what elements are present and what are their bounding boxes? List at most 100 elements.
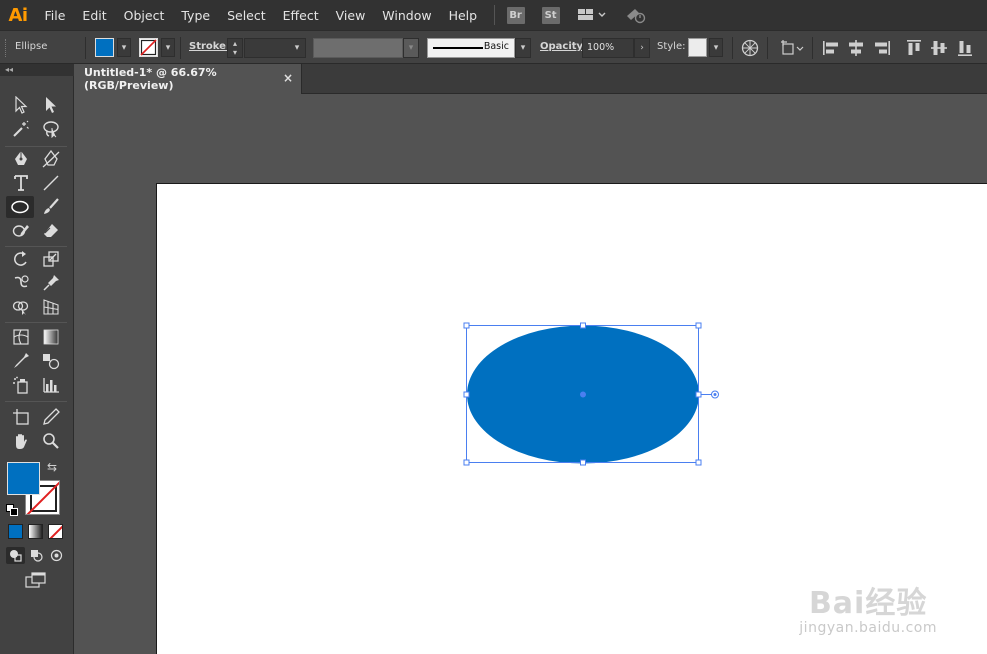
- style-label: Style:: [657, 41, 686, 52]
- puppet-warp-tool-icon[interactable]: [38, 272, 64, 294]
- curvature-tool-icon[interactable]: [38, 148, 64, 170]
- chevron-down-icon[interactable]: ▾: [289, 38, 305, 58]
- variable-width-profile[interactable]: [313, 38, 403, 58]
- no-stroke-icon: [140, 39, 157, 56]
- ellipse-tool-icon[interactable]: [6, 196, 34, 218]
- chevron-down-icon[interactable]: ▾: [403, 38, 419, 58]
- align-top-icon[interactable]: [905, 39, 923, 57]
- menu-help[interactable]: Help: [440, 8, 486, 23]
- eraser-tool-icon[interactable]: [38, 220, 64, 242]
- handle-bottom-right[interactable]: [695, 459, 702, 466]
- shape-builder-tool-icon[interactable]: [8, 296, 34, 318]
- watermark: Bai经验 jingyan.baidu.com: [799, 578, 937, 636]
- align-vertical-center-icon[interactable]: [930, 39, 948, 57]
- handle-top-center[interactable]: [580, 322, 586, 329]
- rotate-tool-icon[interactable]: [8, 248, 34, 270]
- shaper-tool-icon[interactable]: [8, 220, 34, 242]
- align-right-icon[interactable]: [873, 39, 891, 57]
- blend-tool-icon[interactable]: [38, 350, 64, 372]
- stroke-weight-input[interactable]: ▾: [244, 38, 306, 58]
- color-mode-button[interactable]: [8, 524, 23, 539]
- app-logo: Ai: [8, 4, 28, 26]
- fill-color-swatch[interactable]: [95, 38, 114, 57]
- menu-view[interactable]: View: [327, 8, 374, 23]
- chevron-down-icon[interactable]: ▾: [515, 38, 531, 58]
- menu-select[interactable]: Select: [219, 8, 275, 23]
- close-icon[interactable]: ×: [283, 71, 293, 85]
- divider: [5, 322, 67, 323]
- menu-type[interactable]: Type: [173, 8, 219, 23]
- type-tool-icon[interactable]: [8, 172, 34, 194]
- opacity-input[interactable]: 100%: [582, 38, 634, 58]
- graphic-style-swatch[interactable]: [688, 38, 707, 57]
- gradient-mode-button[interactable]: [28, 524, 43, 539]
- handle-top-left[interactable]: [463, 322, 470, 329]
- handle-middle-right[interactable]: [695, 391, 702, 398]
- scale-tool-icon[interactable]: [38, 248, 64, 270]
- document-tab[interactable]: Untitled-1* @ 66.67% (RGB/Preview) ×: [75, 64, 302, 94]
- magic-wand-tool-icon[interactable]: [8, 118, 34, 140]
- mesh-tool-icon[interactable]: [8, 326, 34, 348]
- chevron-right-icon[interactable]: ›: [634, 38, 650, 58]
- zoom-tool-icon[interactable]: [38, 430, 64, 452]
- opacity-label[interactable]: Opacity:: [540, 41, 587, 52]
- stroke-color-swatch[interactable]: [139, 38, 158, 57]
- handle-bottom-center[interactable]: [580, 459, 586, 466]
- fill-dropdown[interactable]: ▾: [117, 38, 131, 57]
- menu-edit[interactable]: Edit: [74, 8, 115, 23]
- menu-file[interactable]: File: [36, 8, 74, 23]
- column-graph-tool-icon[interactable]: [38, 374, 64, 396]
- direct-selection-tool-icon[interactable]: [38, 94, 64, 116]
- draw-inside-icon[interactable]: [47, 547, 66, 564]
- screen-mode-icon[interactable]: [24, 570, 48, 590]
- center-point: [580, 391, 586, 398]
- menu-object[interactable]: Object: [115, 8, 173, 23]
- warp-tool-icon[interactable]: [8, 272, 34, 294]
- stroke-label[interactable]: Stroke:: [189, 41, 230, 52]
- tools-panel-collapse[interactable]: ◂◂: [0, 64, 74, 76]
- control-bar: Ellipse ▾ ▾ Stroke: ▴ ▾ ▾ ▾ Basic ▾ Opaci…: [0, 30, 987, 64]
- gpu-performance-icon[interactable]: [625, 6, 647, 24]
- swap-fill-stroke-icon[interactable]: ⇆: [47, 460, 57, 474]
- perspective-grid-tool-icon[interactable]: [38, 296, 64, 318]
- symbol-sprayer-tool-icon[interactable]: [8, 374, 34, 396]
- line-segment-tool-icon[interactable]: [38, 172, 64, 194]
- handle-bottom-left[interactable]: [463, 459, 470, 466]
- align-to-icon[interactable]: [780, 39, 806, 57]
- stroke-weight-stepper[interactable]: ▴ ▾: [227, 38, 243, 58]
- panel-grip[interactable]: [5, 39, 7, 57]
- paintbrush-tool-icon[interactable]: [38, 196, 64, 218]
- menu-effect[interactable]: Effect: [274, 8, 327, 23]
- fill-swatch[interactable]: [7, 462, 40, 495]
- document-tab-strip: Untitled-1* @ 66.67% (RGB/Preview) ×: [75, 64, 987, 94]
- draw-behind-icon[interactable]: [27, 547, 46, 564]
- slice-tool-icon[interactable]: [38, 406, 64, 428]
- brush-definition[interactable]: Basic: [427, 38, 515, 58]
- align-horizontal-center-icon[interactable]: [847, 39, 865, 57]
- bridge-icon[interactable]: Br: [506, 6, 525, 24]
- hand-tool-icon[interactable]: [8, 430, 34, 452]
- gradient-tool-icon[interactable]: [38, 326, 64, 348]
- align-bottom-icon[interactable]: [956, 39, 974, 57]
- eyedropper-tool-icon[interactable]: [8, 350, 34, 372]
- artboard-tool-icon[interactable]: [8, 406, 34, 428]
- workspace-switcher-icon[interactable]: [577, 6, 607, 24]
- handle-top-right[interactable]: [695, 322, 702, 329]
- recolor-artwork-icon[interactable]: [741, 39, 759, 57]
- pen-tool-icon[interactable]: [8, 148, 34, 170]
- menu-items: File Edit Object Type Select Effect View Window…: [36, 8, 486, 23]
- menu-divider: [493, 5, 495, 25]
- none-mode-button[interactable]: [48, 524, 63, 539]
- stock-icon[interactable]: St: [541, 6, 560, 24]
- pie-widget-dot: [713, 393, 717, 396]
- handle-middle-left[interactable]: [463, 391, 470, 398]
- default-fill-stroke-icon[interactable]: [6, 501, 18, 516]
- stroke-dropdown[interactable]: ▾: [161, 38, 175, 57]
- selection-tool-icon[interactable]: [8, 94, 34, 116]
- menu-window[interactable]: Window: [374, 8, 440, 23]
- align-left-icon[interactable]: [822, 39, 840, 57]
- lasso-tool-icon[interactable]: [38, 118, 64, 140]
- style-dropdown[interactable]: ▾: [709, 38, 723, 57]
- draw-normal-icon[interactable]: [6, 547, 25, 564]
- canvas[interactable]: Bai经验 jingyan.baidu.com: [75, 94, 987, 654]
